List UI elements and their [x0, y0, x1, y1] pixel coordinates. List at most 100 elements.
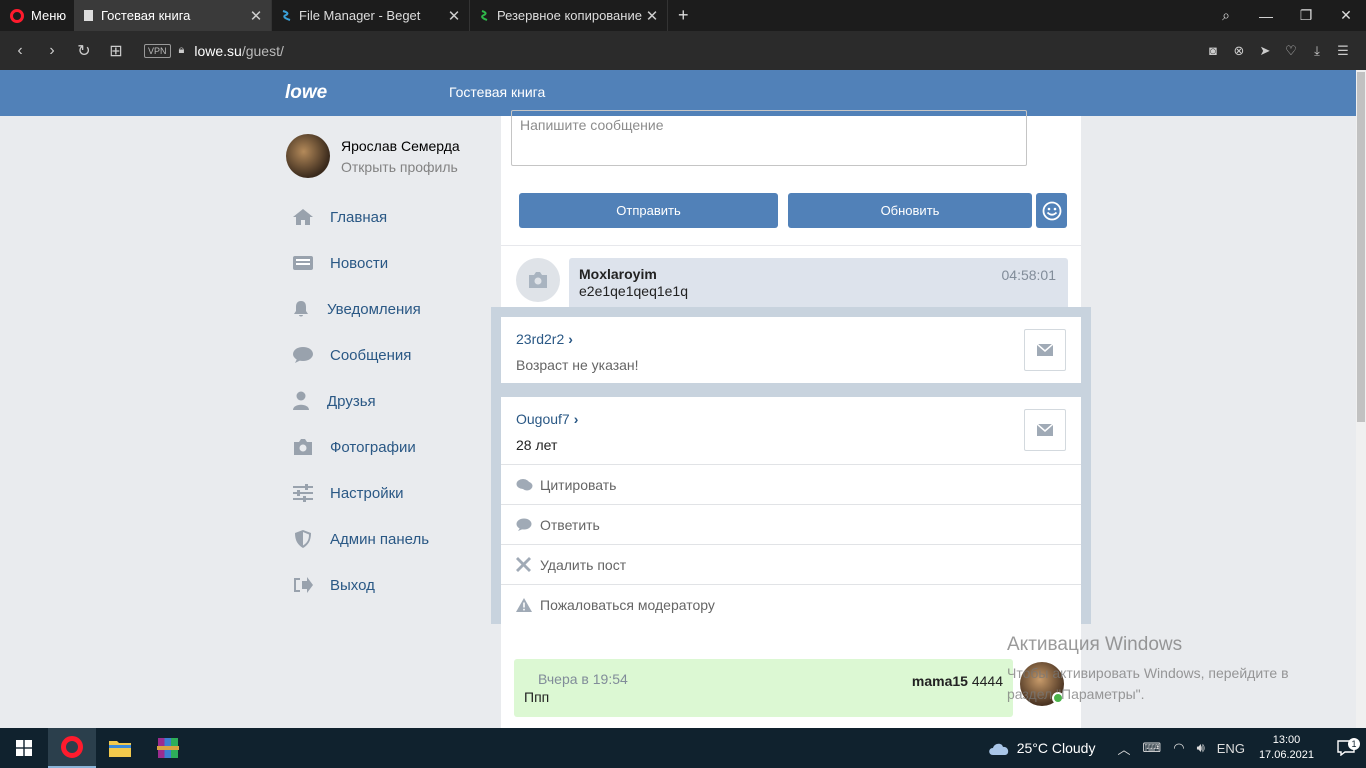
bell-icon — [290, 299, 312, 319]
scrollbar-thumb[interactable] — [1357, 72, 1365, 422]
sidebar-item-notifications[interactable]: Уведомления — [290, 286, 429, 332]
sidebar-item-news[interactable]: Новости — [290, 240, 429, 286]
url-field[interactable]: lowe.su/guest/ — [194, 43, 284, 59]
tab-title: Резервное копирование | — [497, 8, 645, 23]
windows-activation-watermark: Активация Windows Чтобы активировать Win… — [1007, 634, 1327, 705]
page-scrollbar[interactable] — [1356, 70, 1366, 728]
tab-backup[interactable]: Резервное копирование | ✕ — [470, 0, 668, 31]
user-link[interactable]: 23rd2r2 › — [516, 331, 573, 347]
refresh-button[interactable]: Обновить — [788, 193, 1032, 228]
window-controls: ⌕ — ❐ ✕ — [1206, 0, 1366, 31]
profile-block[interactable]: Ярослав Семерда Открыть профиль — [286, 134, 460, 178]
profile-name[interactable]: Ярослав Семерда — [341, 138, 460, 154]
close-tab-icon[interactable]: ✕ — [645, 7, 659, 25]
adblock-icon[interactable]: ⊗ — [1226, 43, 1252, 59]
clock[interactable]: 13:00 17.06.2021 — [1259, 733, 1314, 763]
sidebar-item-admin[interactable]: Админ панель — [290, 516, 429, 562]
post-author[interactable]: mama15 4444 — [912, 673, 1003, 689]
sidebar-item-photos[interactable]: Фотографии — [290, 424, 429, 470]
site-logo[interactable]: lowe — [285, 82, 327, 104]
quote-action[interactable]: Цитировать — [501, 464, 1081, 504]
message-bubble[interactable]: Moxlaroyim e2e1qe1qeq1e1q 04:58:01 — [569, 258, 1068, 310]
camera-icon — [529, 272, 547, 288]
emoji-button[interactable] — [1036, 193, 1067, 228]
wifi-icon[interactable]: ◠ — [1173, 740, 1184, 756]
user-link[interactable]: Ougouf7 › — [516, 411, 578, 427]
action-center-button[interactable]: 1 — [1326, 738, 1366, 756]
sidebar-item-logout[interactable]: Выход — [290, 562, 429, 608]
sidebar-item-messages[interactable]: Сообщения — [290, 332, 429, 378]
sidebar-item-label: Друзья — [327, 392, 376, 410]
opera-menu-button[interactable]: Меню — [0, 0, 74, 31]
close-tab-icon[interactable]: ✕ — [249, 7, 263, 25]
tab-guestbook[interactable]: Гостевая книга ✕ — [74, 0, 272, 31]
warning-icon — [516, 597, 533, 612]
reply-action[interactable]: Ответить — [501, 504, 1081, 544]
delete-post-action[interactable]: Удалить пост — [501, 544, 1081, 584]
open-profile-link[interactable]: Открыть профиль — [341, 159, 460, 175]
home-icon — [290, 207, 316, 227]
keyboard-icon[interactable]: ⌨ — [1142, 740, 1161, 756]
chevron-up-icon[interactable]: ︿ — [1117, 739, 1130, 758]
minimize-icon[interactable]: — — [1246, 8, 1286, 24]
send-icon[interactable]: ➤ — [1252, 43, 1278, 59]
close-window-icon[interactable]: ✕ — [1326, 7, 1366, 24]
send-message-button[interactable] — [1024, 329, 1066, 371]
watermark-text: Чтобы активировать Windows, перейдите в … — [1007, 665, 1289, 702]
chevron-right-icon: › — [573, 411, 579, 427]
sidebar-item-friends[interactable]: Друзья — [290, 378, 429, 424]
action-label: Удалить пост — [540, 556, 627, 573]
sidebar-item-home[interactable]: Главная — [290, 194, 429, 240]
page-icon — [84, 10, 93, 21]
action-label: Пожаловаться модератору — [540, 596, 715, 613]
clock-time: 13:00 — [1272, 734, 1301, 746]
action-label: Ответить — [540, 516, 600, 533]
close-tab-icon[interactable]: ✕ — [447, 7, 461, 25]
weather-widget[interactable]: 25°C Cloudy — [987, 740, 1096, 756]
address-bar: ‹ › ↻ ⊞ VPN 🔒︎ lowe.su/guest/ ◙ ⊗ ➤ ♡ ⤓ … — [0, 31, 1366, 70]
post-author-suffix: 4444 — [971, 673, 1003, 689]
start-button[interactable] — [0, 728, 48, 768]
send-button[interactable]: Отправить — [519, 193, 778, 228]
report-action[interactable]: Пожаловаться модератору — [501, 584, 1081, 624]
sidebar-item-settings[interactable]: Настройки — [290, 470, 429, 516]
lock-icon[interactable]: 🔒︎ — [179, 44, 185, 57]
tab-title: File Manager - Beget — [299, 8, 421, 23]
new-tab-icon[interactable]: + — [668, 5, 699, 26]
restore-icon[interactable]: ❐ — [1286, 7, 1326, 24]
message-input[interactable]: Напишите сообщение — [511, 110, 1027, 166]
back-icon[interactable]: ‹ — [4, 42, 36, 60]
sidebar-item-label: Настройки — [330, 484, 404, 502]
snapshot-icon[interactable]: ◙ — [1200, 43, 1226, 58]
forward-icon[interactable]: › — [36, 42, 68, 60]
taskbar-opera[interactable] — [48, 728, 96, 768]
language-indicator[interactable]: ENG — [1217, 741, 1245, 756]
send-message-button[interactable] — [1024, 409, 1066, 451]
avatar[interactable] — [286, 134, 330, 178]
heart-icon[interactable]: ♡ — [1278, 43, 1304, 59]
user-name: 23rd2r2 — [516, 331, 565, 347]
sidebar-item-label: Главная — [330, 208, 388, 226]
tab-file-manager[interactable]: File Manager - Beget ✕ — [272, 0, 470, 31]
avatar[interactable] — [516, 258, 560, 302]
sidebar-item-label: Сообщения — [330, 346, 412, 364]
search-tabs-icon[interactable]: ⌕ — [1206, 7, 1246, 24]
chevron-right-icon: › — [568, 331, 573, 347]
mail-icon — [1037, 424, 1053, 436]
vpn-badge[interactable]: VPN — [144, 43, 171, 58]
reload-icon[interactable]: ↻ — [68, 41, 100, 61]
speed-dial-icon[interactable]: ⊞ — [100, 41, 132, 61]
windows-logo-icon — [16, 740, 32, 756]
easy-setup-icon[interactable]: ☰ — [1330, 43, 1356, 59]
post-author-name: mama15 — [911, 673, 968, 689]
taskbar-winrar[interactable] — [144, 728, 192, 768]
download-icon[interactable]: ⤓ — [1304, 43, 1330, 59]
message-bubble[interactable]: Вчера в 19:54 Ппп mama15 4444 — [514, 659, 1013, 717]
weather-text: 25°C Cloudy — [1016, 740, 1096, 756]
post-author[interactable]: Moxlaroyim — [579, 266, 1058, 282]
user-name: Ougouf7 — [516, 411, 570, 427]
volume-icon[interactable]: 🔊︎ — [1197, 740, 1205, 756]
logout-icon — [290, 575, 316, 595]
user-card: Ougouf7 › 28 лет Цитировать Ответить Удал… — [501, 397, 1081, 624]
taskbar-explorer[interactable] — [96, 728, 144, 768]
